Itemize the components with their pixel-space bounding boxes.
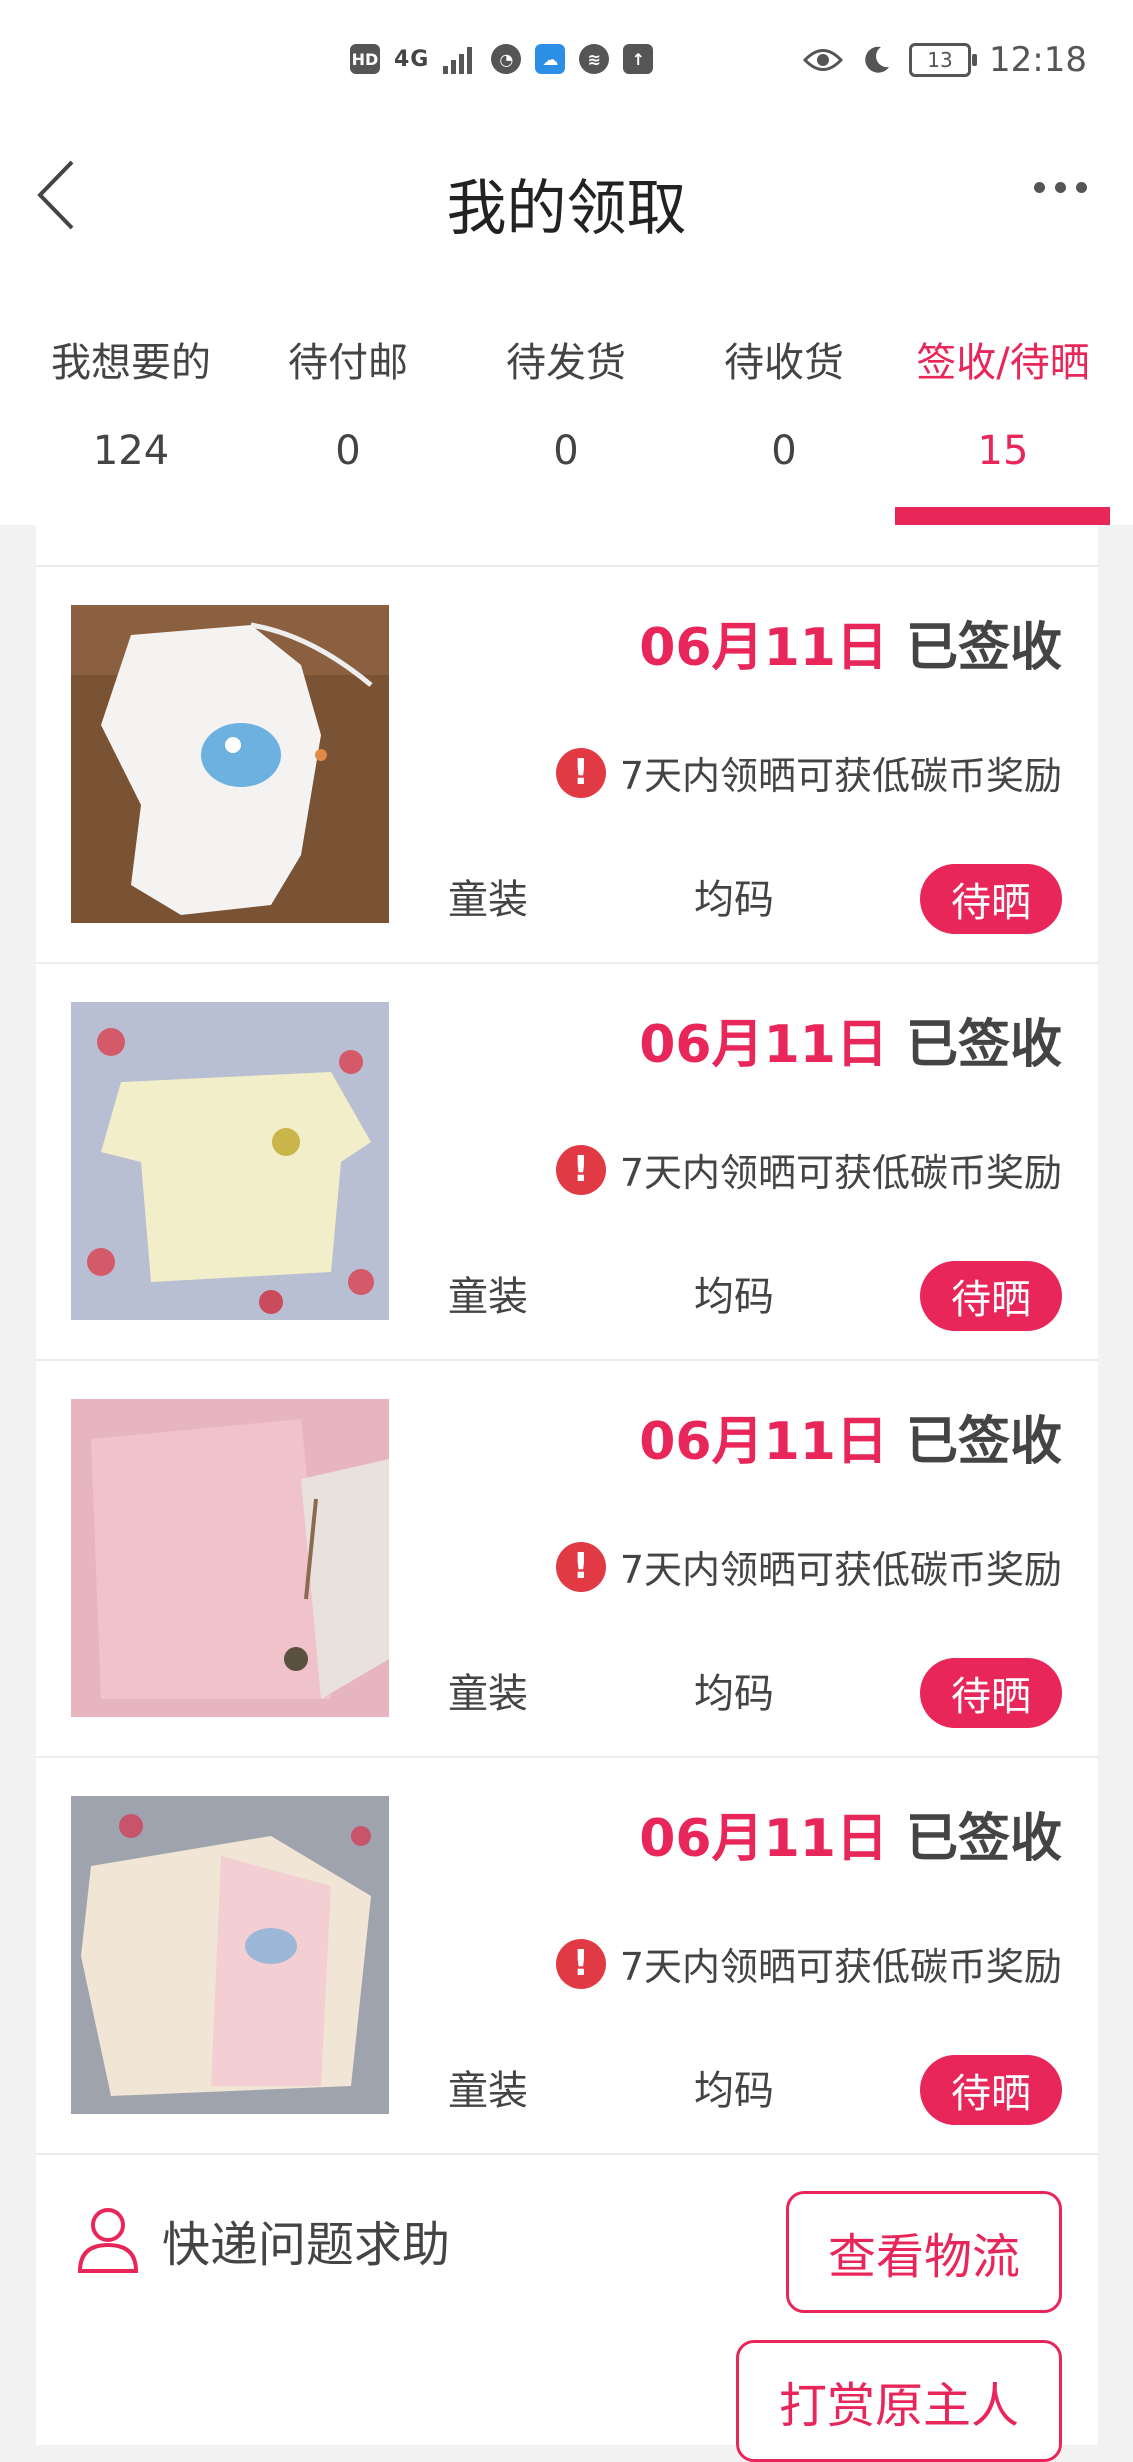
- reward-notice: ! 7天内领晒可获低碳币奖励: [555, 1936, 1062, 1991]
- tab-count: 15: [977, 428, 1029, 474]
- upload-icon: ↑: [623, 44, 654, 74]
- item-category: 童装: [448, 2068, 528, 2114]
- alert-icon: !: [555, 1938, 606, 1989]
- status-bar: HD 4G ◔ ☁ ≋ ↑ 13 12:18: [0, 0, 1133, 120]
- pending-share-button[interactable]: 待晒: [920, 2055, 1062, 2125]
- received-items-list: 06月11日 已签收 ! 7天内领晒可获低碳币奖励 童装 均码 待晒 06月11日…: [36, 525, 1098, 2462]
- list-item[interactable]: 06月11日 已签收 ! 7天内领晒可获低碳币奖励 童装 均码 待晒: [36, 1361, 1098, 1758]
- page-title: 我的领取: [446, 174, 687, 244]
- hd-icon: HD: [350, 44, 380, 74]
- signed-date: 06月11日: [639, 1412, 888, 1472]
- item-size: 均码: [694, 1671, 774, 1717]
- tab-label: 待付邮: [288, 340, 408, 386]
- signed-status: 已签收: [905, 1015, 1062, 1075]
- status-left-icons: HD 4G ◔ ☁ ≋ ↑: [350, 44, 654, 74]
- more-options-icon[interactable]: [1034, 182, 1087, 193]
- signed-status: 已签收: [905, 1809, 1062, 1869]
- alert-icon: !: [555, 1144, 606, 1195]
- tab-count: 0: [771, 428, 797, 474]
- voice-icon: ≋: [579, 44, 610, 74]
- tab-count: 0: [335, 428, 361, 474]
- item-size: 均码: [694, 2068, 774, 2114]
- item-size: 均码: [694, 877, 774, 923]
- tab-label: 我想要的: [51, 340, 211, 386]
- signed-date-line: 06月11日 已签收: [639, 1399, 1062, 1474]
- moon-icon: [865, 46, 890, 73]
- status-right: 13 12:18: [803, 40, 1087, 80]
- tab-pending-receipt[interactable]: 待收货 0: [674, 330, 894, 474]
- reward-notice: ! 7天内领晒可获低碳币奖励: [555, 1142, 1062, 1197]
- tab-wanted[interactable]: 我想要的 124: [21, 330, 241, 474]
- tab-pending-shipment[interactable]: 待发货 0: [456, 330, 676, 474]
- clock-time: 12:18: [989, 40, 1087, 80]
- alert-icon: !: [555, 1541, 606, 1592]
- tab-count: 124: [92, 428, 170, 474]
- nav-bar: 我的领取: [0, 120, 1133, 280]
- eye-icon: [803, 49, 844, 71]
- battery-indicator: 13: [909, 43, 978, 77]
- signed-date-line: 06月11日 已签收: [639, 1796, 1062, 1871]
- item-category: 童装: [448, 877, 528, 923]
- tab-label: 待发货: [506, 340, 626, 386]
- signed-date: 06月11日: [639, 618, 888, 678]
- courier-help-label: 快递问题求助: [162, 2217, 451, 2273]
- order-status-tabs: 我想要的 124 待付邮 0 待发货 0 待收货 0 签收/待晒 15: [0, 280, 1133, 525]
- list-top-divider: [36, 525, 1098, 567]
- product-image[interactable]: [71, 1399, 389, 1717]
- tab-label: 待收货: [724, 340, 844, 386]
- pending-share-button[interactable]: 待晒: [920, 864, 1062, 934]
- tab-label: 签收/待晒: [916, 340, 1090, 386]
- signed-status: 已签收: [905, 618, 1062, 678]
- reward-notice: ! 7天内领晒可获低碳币奖励: [555, 1539, 1062, 1594]
- timer-icon: ◔: [491, 44, 522, 74]
- pending-share-button[interactable]: 待晒: [920, 1261, 1062, 1331]
- reward-notice-text: 7天内领晒可获低碳币奖励: [619, 1151, 1062, 1195]
- view-logistics-button[interactable]: 查看物流: [786, 2191, 1062, 2313]
- item-category: 童装: [448, 1274, 528, 1320]
- tab-count: 0: [553, 428, 579, 474]
- reward-notice-text: 7天内领晒可获低碳币奖励: [619, 1945, 1062, 1989]
- signal-bars-icon: [443, 47, 473, 74]
- list-item[interactable]: 06月11日 已签收 ! 7天内领晒可获低碳币奖励 童装 均码 待晒: [36, 1758, 1098, 2155]
- tab-signed-pending-share[interactable]: 签收/待晒 15: [893, 330, 1113, 474]
- signed-status: 已签收: [905, 1412, 1062, 1472]
- weather-app-icon: ☁: [535, 44, 566, 74]
- reward-notice: ! 7天内领晒可获低碳币奖励: [555, 745, 1062, 800]
- network-4g-icon: 4G: [394, 46, 430, 72]
- tab-pending-postage[interactable]: 待付邮 0: [238, 330, 458, 474]
- reward-notice-text: 7天内领晒可获低碳币奖励: [619, 1548, 1062, 1592]
- tip-original-owner-button[interactable]: 打赏原主人: [736, 2340, 1062, 2462]
- pending-share-button[interactable]: 待晒: [920, 1658, 1062, 1728]
- item-category: 童装: [448, 1671, 528, 1717]
- signed-date: 06月11日: [639, 1809, 888, 1869]
- courier-help-link[interactable]: 快递问题求助: [76, 2205, 450, 2275]
- signed-date-line: 06月11日 已签收: [639, 1002, 1062, 1077]
- order-actions-footer: 快递问题求助 查看物流 打赏原主人: [36, 2155, 1098, 2462]
- user-icon: [77, 2208, 139, 2273]
- item-size: 均码: [694, 1274, 774, 1320]
- signed-date-line: 06月11日 已签收: [639, 605, 1062, 680]
- reward-notice-text: 7天内领晒可获低碳币奖励: [619, 754, 1062, 798]
- product-image[interactable]: [71, 1002, 389, 1320]
- product-image[interactable]: [71, 1796, 389, 2114]
- list-item[interactable]: 06月11日 已签收 ! 7天内领晒可获低碳币奖励 童装 均码 待晒: [36, 567, 1098, 964]
- active-tab-indicator: [895, 507, 1110, 525]
- signed-date: 06月11日: [639, 1015, 888, 1075]
- product-image[interactable]: [71, 605, 389, 923]
- list-item[interactable]: 06月11日 已签收 ! 7天内领晒可获低碳币奖励 童装 均码 待晒: [36, 964, 1098, 1361]
- alert-icon: !: [555, 747, 606, 798]
